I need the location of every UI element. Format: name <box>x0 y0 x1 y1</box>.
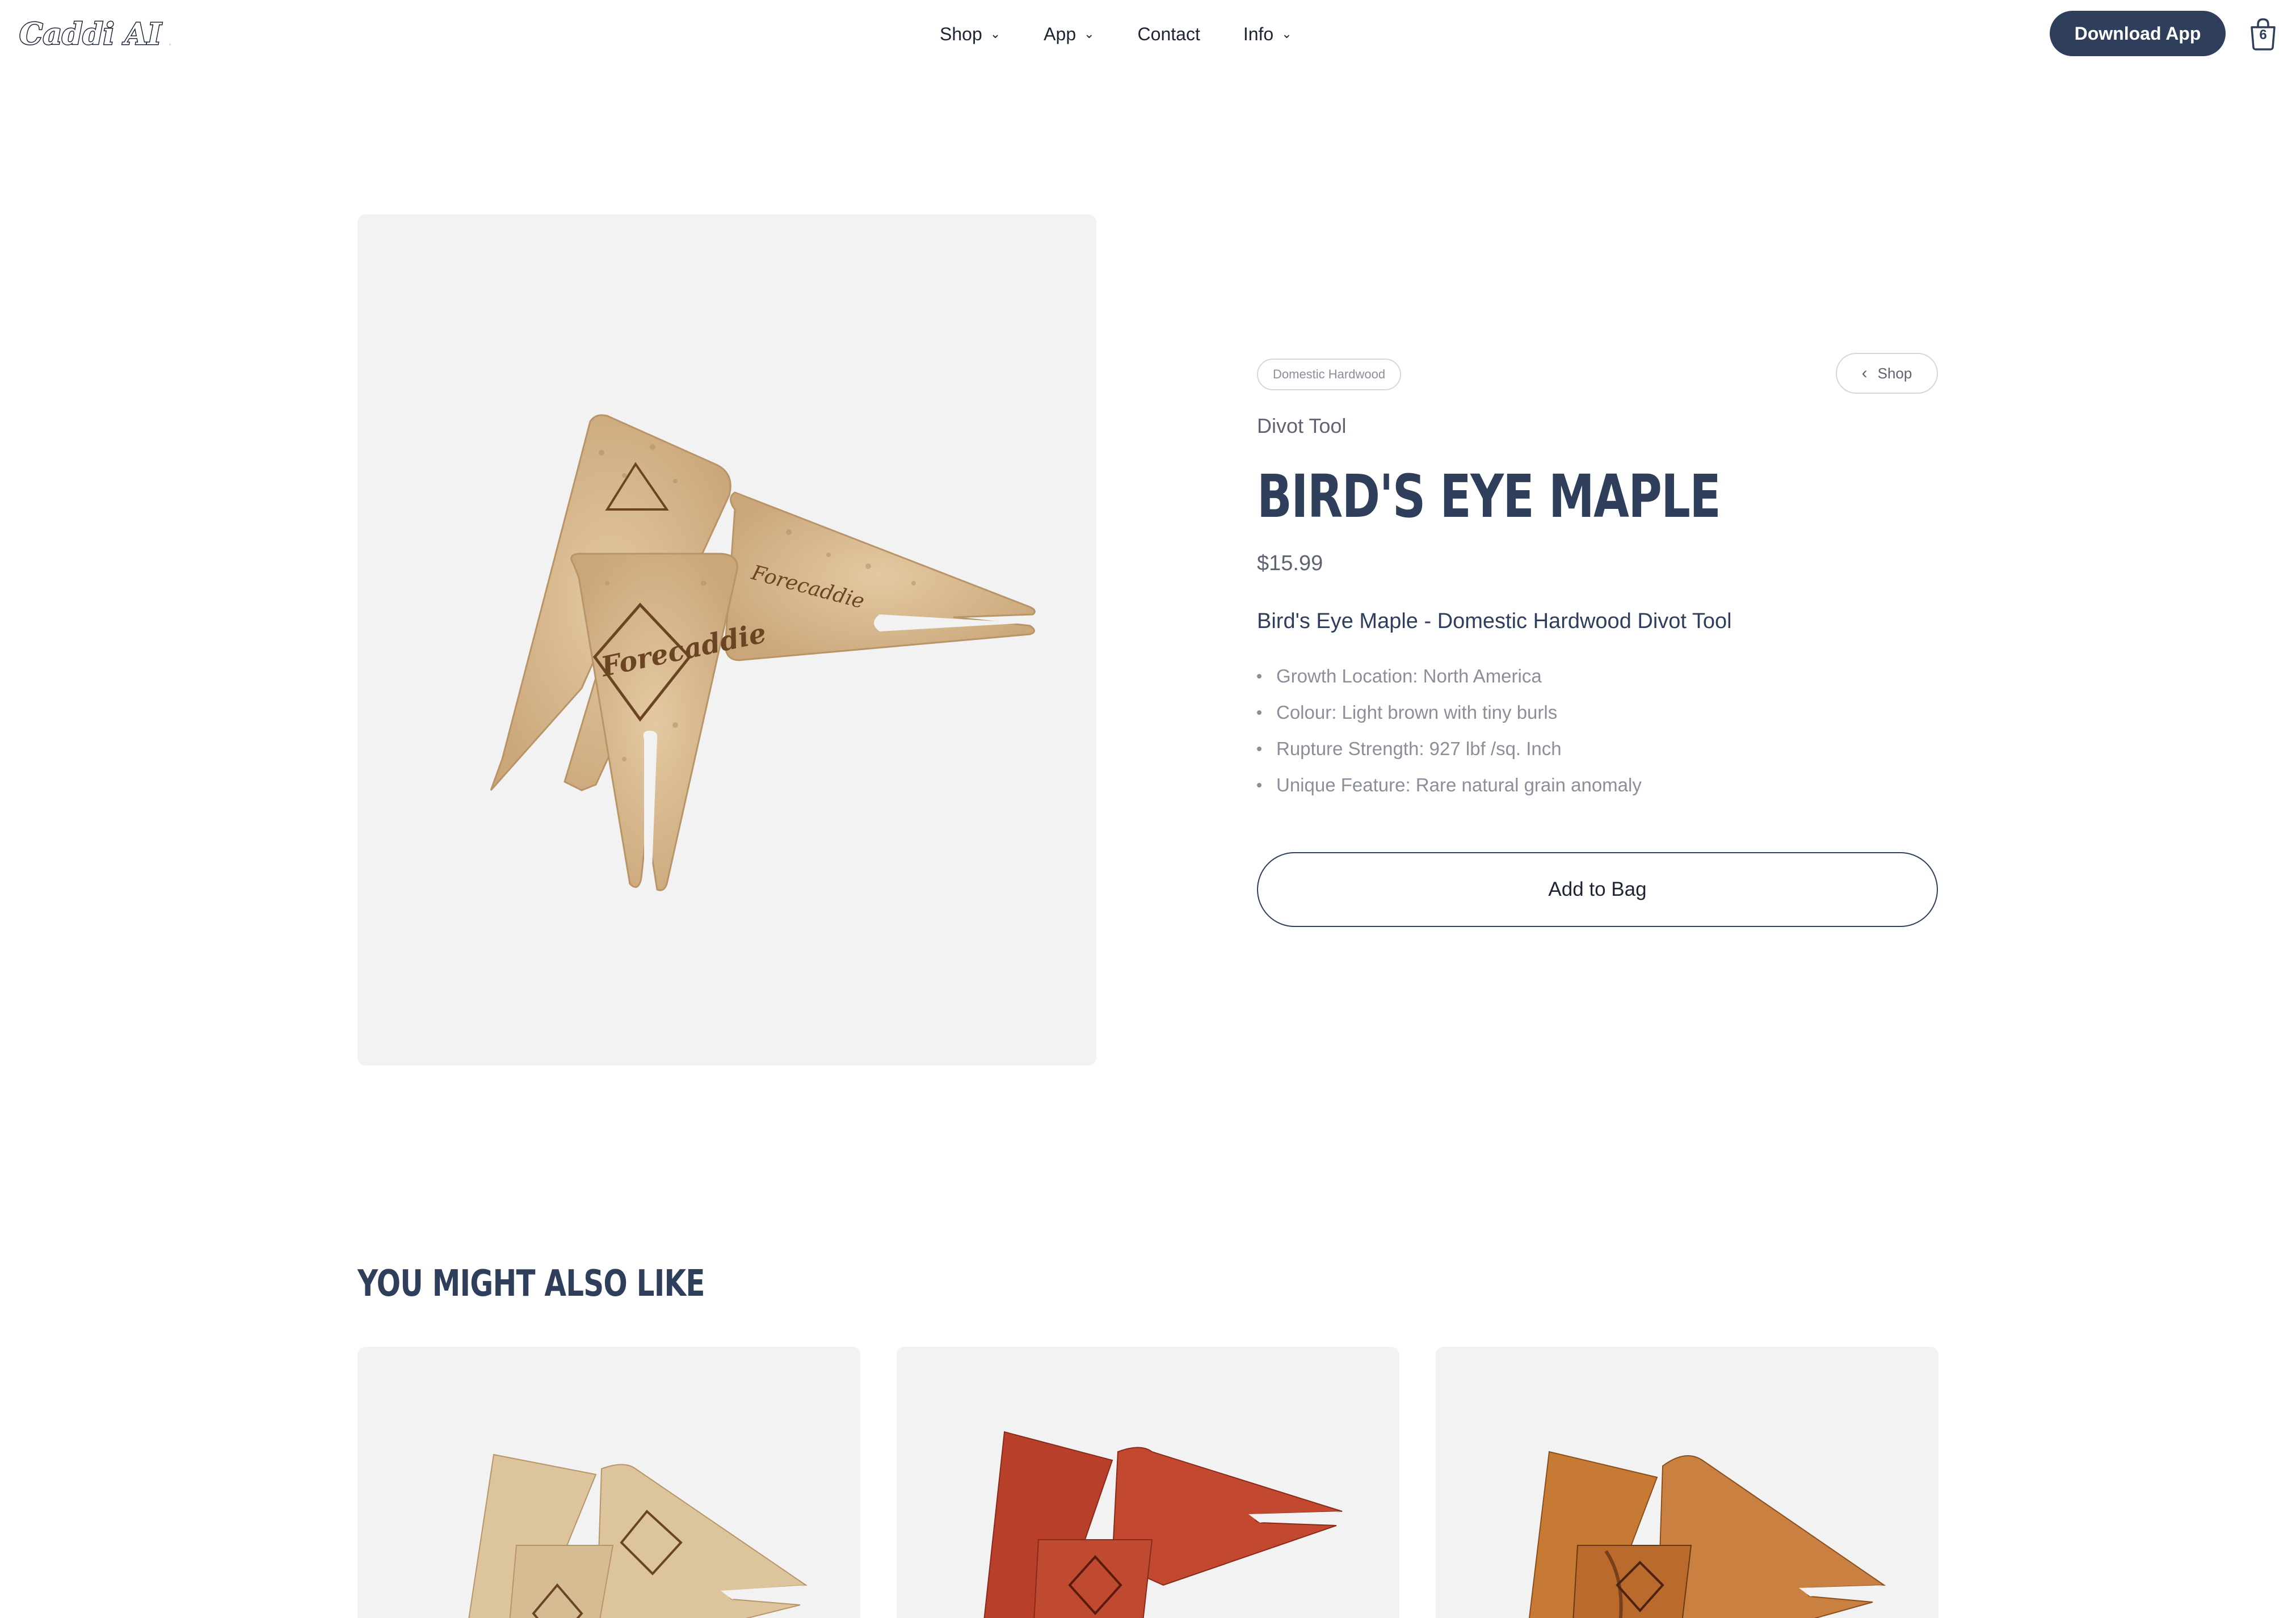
caddi-logo[interactable]: Caddi AI Inc <box>17 11 171 57</box>
product-price: $15.99 <box>1257 551 1323 575</box>
related-heading: YOU MIGHT ALSO LIKE <box>358 1263 705 1305</box>
feature-item: Colour: Light brown with tiny burls <box>1257 694 1642 731</box>
nav-app[interactable]: App ⌄ <box>1044 18 1094 50</box>
download-app-button[interactable]: Download App <box>2050 11 2226 56</box>
chevron-down-icon: ⌄ <box>1281 27 1292 41</box>
product-category: Divot Tool <box>1257 414 1347 437</box>
feature-list: Growth Location: North America Colour: L… <box>1257 658 1642 803</box>
shopping-bag-button[interactable]: 6 <box>2247 17 2279 51</box>
bullet-icon <box>1257 783 1261 787</box>
bullet-icon <box>1257 674 1261 679</box>
product-page: Caddi AI Inc Shop ⌄ App ⌄ Contact Info ⌄… <box>0 0 2296 1618</box>
back-to-shop-label: Shop <box>1877 364 1912 382</box>
bullet-icon <box>1257 710 1261 715</box>
chevron-left-icon: ‹ <box>1861 364 1868 382</box>
site-header: Caddi AI Inc Shop ⌄ App ⌄ Contact Info ⌄… <box>0 0 2296 68</box>
product-title: BIRD'S EYE MAPLE <box>1257 462 1721 531</box>
feature-text: Unique Feature: Rare natural grain anoma… <box>1276 774 1642 795</box>
product-subtitle: Bird's Eye Maple - Domestic Hardwood Div… <box>1257 609 1732 633</box>
main-nav: Shop ⌄ App ⌄ Contact Info ⌄ <box>940 18 1335 50</box>
bag-count-badge: 6 <box>2259 27 2267 43</box>
nav-app-label: App <box>1044 23 1076 44</box>
related-card-koa[interactable] <box>1436 1347 1938 1618</box>
related-image-padauk <box>983 1431 1343 1618</box>
feature-text: Rupture Strength: 927 lbf /sq. Inch <box>1276 738 1562 759</box>
related-image-koa <box>1529 1451 1886 1618</box>
related-card-maple[interactable] <box>358 1347 860 1618</box>
back-to-shop-button[interactable]: ‹ Shop <box>1836 353 1938 394</box>
nav-shop[interactable]: Shop ⌄ <box>940 18 1000 50</box>
add-to-bag-button[interactable]: Add to Bag <box>1257 852 1938 927</box>
chevron-down-icon: ⌄ <box>990 27 1001 41</box>
chevron-down-icon: ⌄ <box>1084 27 1095 41</box>
related-image-maple <box>468 1453 808 1618</box>
feature-item: Rupture Strength: 927 lbf /sq. Inch <box>1257 731 1642 767</box>
feature-text: Growth Location: North America <box>1276 665 1542 686</box>
nav-contact[interactable]: Contact <box>1138 18 1200 50</box>
nav-info[interactable]: Info ⌄ <box>1243 18 1292 50</box>
category-tag[interactable]: Domestic Hardwood <box>1257 359 1402 390</box>
nav-shop-label: Shop <box>940 23 982 44</box>
related-card-padauk[interactable] <box>897 1347 1399 1618</box>
product-image: Forecaddie Forecaddie <box>358 214 1096 1065</box>
feature-text: Colour: Light brown with tiny burls <box>1276 702 1558 723</box>
bullet-icon <box>1257 747 1261 751</box>
nav-contact-label: Contact <box>1137 23 1200 44</box>
logo-text: Caddi AI Inc <box>19 17 170 52</box>
feature-item: Unique Feature: Rare natural grain anoma… <box>1257 767 1642 803</box>
divot-tools-image: Forecaddie Forecaddie <box>490 414 1036 891</box>
feature-item: Growth Location: North America <box>1257 658 1642 694</box>
nav-info-label: Info <box>1243 23 1274 44</box>
